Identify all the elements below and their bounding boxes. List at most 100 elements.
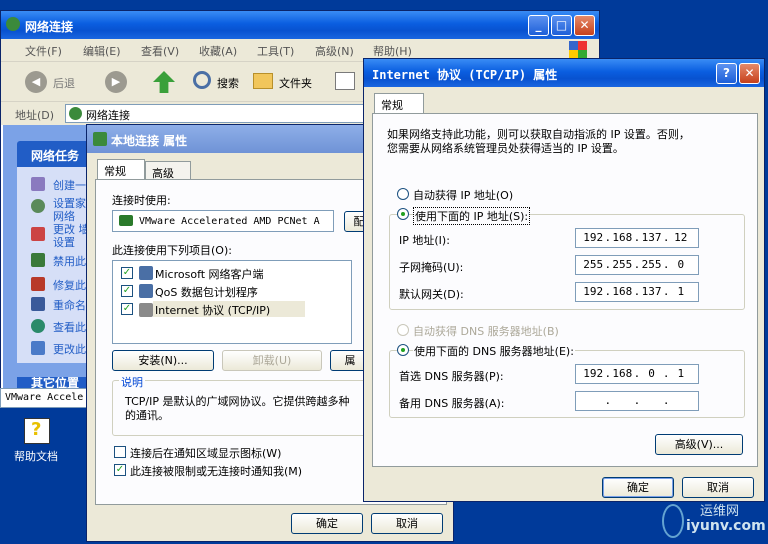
tab-general[interactable]: 常规 — [97, 159, 145, 179]
auto-dns-radio[interactable] — [397, 324, 409, 336]
cancel-button[interactable]: 取消 — [682, 477, 754, 498]
maximize-icon[interactable]: □ — [551, 15, 572, 36]
component-item[interactable]: QoS 数据包计划程序 — [155, 284, 258, 300]
create-connection-icon — [31, 177, 45, 191]
firewall-icon — [31, 227, 45, 241]
ok-button[interactable]: 确定 — [602, 477, 674, 498]
ok-button-label: 确定 — [316, 517, 338, 530]
task-item[interactable]: 修复此 — [53, 277, 86, 293]
ip-octet: 168 — [612, 231, 633, 244]
components-list[interactable]: ✓ Microsoft 网络客户端 ✓ QoS 数据包计划程序 ✓ Intern… — [112, 260, 352, 344]
task-item[interactable]: 重命名 — [53, 297, 86, 313]
dns1-octet: 168 — [612, 367, 633, 380]
ok-button[interactable]: 确定 — [291, 513, 363, 534]
ip-label: IP 地址(I): — [399, 234, 450, 247]
folders-icon[interactable] — [253, 73, 273, 89]
menu-edit[interactable]: 编辑(E) — [83, 43, 121, 59]
subnet-mask-field[interactable]: 255. 255. 255. 0 — [575, 255, 699, 275]
dns1-label: 首选 DNS 服务器(P): — [399, 370, 504, 383]
tab-general[interactable]: 常规 — [374, 93, 424, 113]
network-small-icon — [69, 107, 82, 120]
close-icon[interactable]: ✕ — [739, 63, 760, 84]
back-icon[interactable]: ◀ — [25, 71, 47, 93]
watermark-logo-icon — [662, 504, 684, 538]
description-group: 说明 TCP/IP 是默认的广域网协议。它提供跨越多种 的通讯。 — [112, 374, 370, 436]
network-tasks-header[interactable]: 网络任务 — [17, 141, 93, 167]
component-checkbox[interactable]: ✓ — [121, 303, 133, 315]
mask-label: 子网掩码(U): — [399, 261, 464, 274]
help-icon[interactable]: ? — [716, 63, 737, 84]
minimize-icon[interactable]: _ — [528, 15, 549, 36]
dns2-label: 备用 DNS 服务器(A): — [399, 397, 505, 410]
rename-icon — [31, 297, 45, 311]
auto-ip-radio[interactable] — [397, 188, 409, 200]
help-doc-label[interactable]: 帮助文档 — [14, 448, 58, 464]
manual-dns-label[interactable]: 使用下面的 DNS 服务器地址(E): — [413, 343, 575, 359]
properties-button-label: 属 — [344, 354, 356, 367]
manual-dns-radio[interactable] — [397, 344, 409, 356]
preferred-dns-field[interactable]: 192. 168. 0. 1 — [575, 364, 699, 384]
show-icon-label[interactable]: 连接后在通知区域显示图标(W) — [130, 445, 281, 461]
forward-icon[interactable]: ▶ — [105, 71, 127, 93]
vmware-item-label: VMware Accele — [5, 392, 84, 403]
search-icon[interactable] — [193, 71, 211, 89]
address-field[interactable]: 网络连接 — [65, 104, 365, 123]
tab-general-label: 常规 — [381, 99, 403, 112]
dns2-octet — [582, 392, 604, 410]
search-label[interactable]: 搜索 — [217, 75, 239, 91]
gateway-field[interactable]: 192. 168. 137. 1 — [575, 282, 699, 302]
up-folder-icon[interactable] — [153, 71, 175, 93]
info-text-2: 您需要从网络系统管理员处获得适当的 IP 设置。 — [387, 142, 624, 155]
manual-ip-radio[interactable] — [397, 208, 409, 220]
adapter-icon — [119, 215, 133, 226]
install-button[interactable]: 安装(N)... — [112, 350, 214, 371]
menu-tools[interactable]: 工具(T) — [257, 43, 294, 59]
component-checkbox[interactable]: ✓ — [121, 267, 133, 279]
menu-help[interactable]: 帮助(H) — [373, 43, 412, 59]
menu-advanced[interactable]: 高级(N) — [315, 43, 354, 59]
menu-favorites[interactable]: 收藏(A) — [199, 43, 237, 59]
task-item[interactable]: 查看此 — [53, 319, 86, 335]
close-icon[interactable]: ✕ — [574, 15, 595, 36]
menu-file[interactable]: 文件(F) — [25, 43, 62, 59]
network-window-titlebar[interactable]: 网络连接 _ □ ✕ — [1, 11, 599, 39]
auto-ip-label[interactable]: 自动获得 IP 地址(O) — [413, 187, 513, 203]
connection-item-label[interactable]: VMware Accele — [0, 388, 92, 408]
items-label: 此连接使用下列项目(O): — [112, 244, 232, 257]
notify-checkbox[interactable]: ✓ — [114, 464, 126, 476]
network-icon — [6, 17, 20, 31]
auto-dns-label[interactable]: 自动获得 DNS 服务器地址(B) — [413, 323, 559, 339]
task-item[interactable]: 创建一 — [53, 177, 86, 193]
description-text-2: 的通讯。 — [125, 409, 169, 422]
question-mark-icon: ? — [31, 419, 42, 440]
menu-view[interactable]: 查看(V) — [141, 43, 179, 59]
show-icon-checkbox[interactable] — [114, 446, 126, 458]
back-label[interactable]: 后退 — [53, 75, 75, 91]
task-item[interactable]: 更改此 — [53, 341, 86, 357]
component-item-selected[interactable]: Internet 协议 (TCP/IP) — [153, 301, 305, 317]
repair-icon — [31, 277, 45, 291]
tcpip-titlebar[interactable]: Internet 协议 (TCP/IP) 属性 ? ✕ — [364, 59, 764, 87]
component-checkbox[interactable]: ✓ — [121, 285, 133, 297]
windows-logo-icon — [569, 41, 587, 59]
mask-octet: 255 — [641, 258, 662, 271]
connection-icon — [93, 132, 107, 146]
tab-general-label: 常规 — [104, 165, 126, 178]
cancel-button[interactable]: 取消 — [371, 513, 443, 534]
manual-ip-label[interactable]: 使用下面的 IP 地址(S): — [413, 207, 531, 225]
uninstall-button[interactable]: 卸载(U) — [222, 350, 322, 371]
mask-octet: 255 — [583, 258, 604, 271]
component-item[interactable]: Microsoft 网络客户端 — [155, 266, 264, 282]
folders-label[interactable]: 文件夹 — [279, 75, 312, 91]
address-label: 地址(D) — [15, 109, 55, 122]
tab-advanced[interactable]: 高级 — [145, 161, 191, 180]
task-item[interactable]: 禁用此 — [53, 253, 86, 269]
notify-label[interactable]: 此连接被限制或无连接时通知我(M) — [130, 463, 302, 479]
ip-address-field[interactable]: 192. 168. 137. 12 — [575, 228, 699, 248]
views-icon[interactable] — [335, 72, 355, 90]
help-doc-icon[interactable]: ? — [24, 418, 50, 444]
advanced-button[interactable]: 高级(V)... — [655, 434, 743, 455]
client-icon — [139, 266, 153, 280]
alternate-dns-field[interactable]: ... — [575, 391, 699, 411]
network-tasks-list: 创建一 设置家 网络 更改 墙设置 禁用此 修复此 重命名 查看此 更改此 — [17, 167, 93, 363]
